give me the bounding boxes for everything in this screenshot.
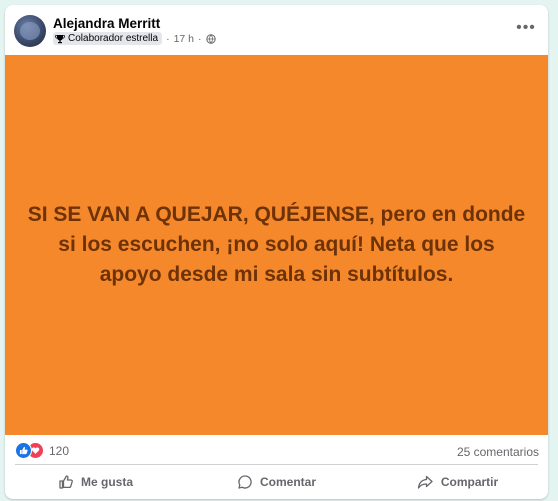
badge-label: Colaborador estrella: [68, 33, 159, 44]
post-background: SI SE VAN A QUEJAR, QUÉJENSE, pero en do…: [5, 55, 548, 435]
thumbs-up-icon: [59, 475, 73, 489]
reactions-summary[interactable]: 120: [15, 442, 69, 459]
globe-icon: [205, 33, 216, 44]
post-card: Alejandra Merritt Colaborador estrella ·…: [5, 5, 548, 499]
like-button[interactable]: Me gusta: [5, 465, 186, 499]
action-bar: Me gusta Comentar Compartir: [5, 465, 548, 499]
share-button[interactable]: Compartir: [367, 465, 548, 499]
more-options-icon[interactable]: •••: [514, 19, 538, 36]
author-name[interactable]: Alejandra Merritt: [53, 16, 160, 31]
trophy-icon: [55, 34, 65, 43]
post-meta: Colaborador estrella · 17 h ·: [53, 32, 216, 45]
like-reaction-icon: [15, 442, 32, 459]
comment-icon: [238, 475, 252, 489]
reactions-count: 120: [49, 443, 70, 458]
separator-dot: ·: [166, 32, 170, 45]
share-label: Compartir: [440, 475, 499, 489]
avatar[interactable]: [14, 15, 46, 47]
post-time[interactable]: 17 h: [174, 33, 194, 45]
comment-button[interactable]: Comentar: [186, 465, 367, 499]
comment-label: Comentar: [259, 475, 316, 489]
star-contributor-badge[interactable]: Colaborador estrella: [53, 32, 163, 45]
post-header: Alejandra Merritt Colaborador estrella ·…: [5, 5, 548, 55]
share-icon: [417, 475, 433, 489]
post-text: SI SE VAN A QUEJAR, QUÉJENSE, pero en do…: [27, 203, 526, 286]
separator-dot: ·: [198, 32, 202, 45]
like-label: Me gusta: [80, 475, 133, 489]
comments-count[interactable]: 25 comentarios: [457, 445, 539, 459]
post-stats: 120 25 comentarios: [5, 435, 548, 465]
